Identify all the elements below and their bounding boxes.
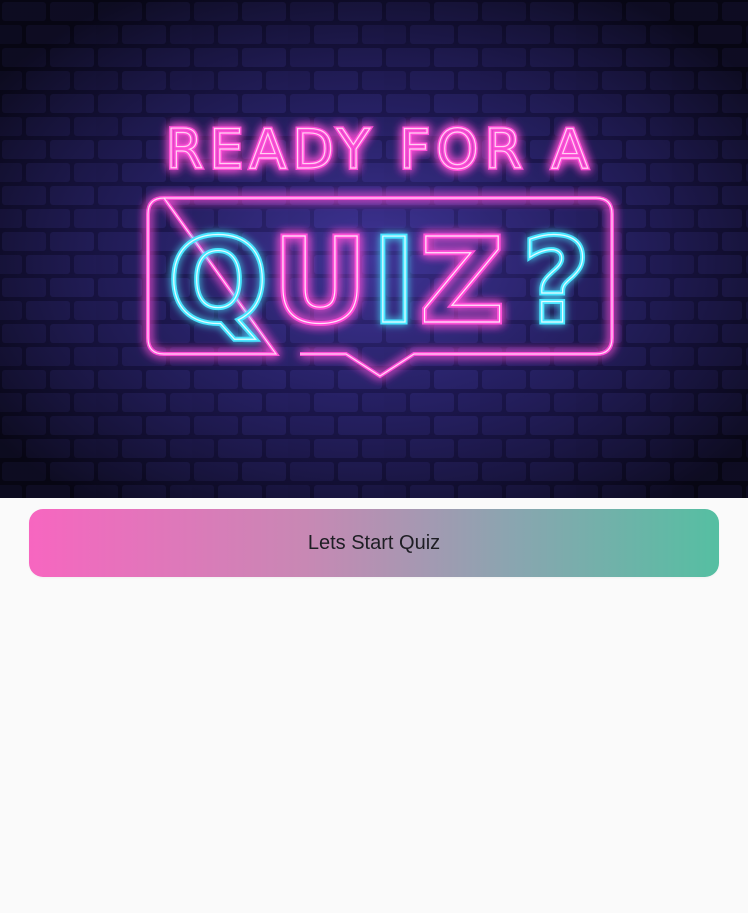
neon-letter-i-core: I xyxy=(372,212,416,350)
neon-title-line1-core: READY FOR A xyxy=(166,118,595,181)
hero-banner: READY FOR A READY FOR A Q U I Z ? Q U I … xyxy=(0,0,748,498)
start-quiz-button-label: Lets Start Quiz xyxy=(307,531,441,554)
neon-sign-graphic: READY FOR A READY FOR A Q U I Z ? Q U I … xyxy=(0,0,748,498)
neon-question-mark-core: ? xyxy=(522,212,590,350)
neon-letter-u-core: U xyxy=(272,212,368,350)
neon-letter-q-core: Q xyxy=(168,212,268,350)
neon-letter-z-core: Z xyxy=(419,212,505,350)
start-quiz-button[interactable]: Lets Start Quiz xyxy=(29,509,719,577)
